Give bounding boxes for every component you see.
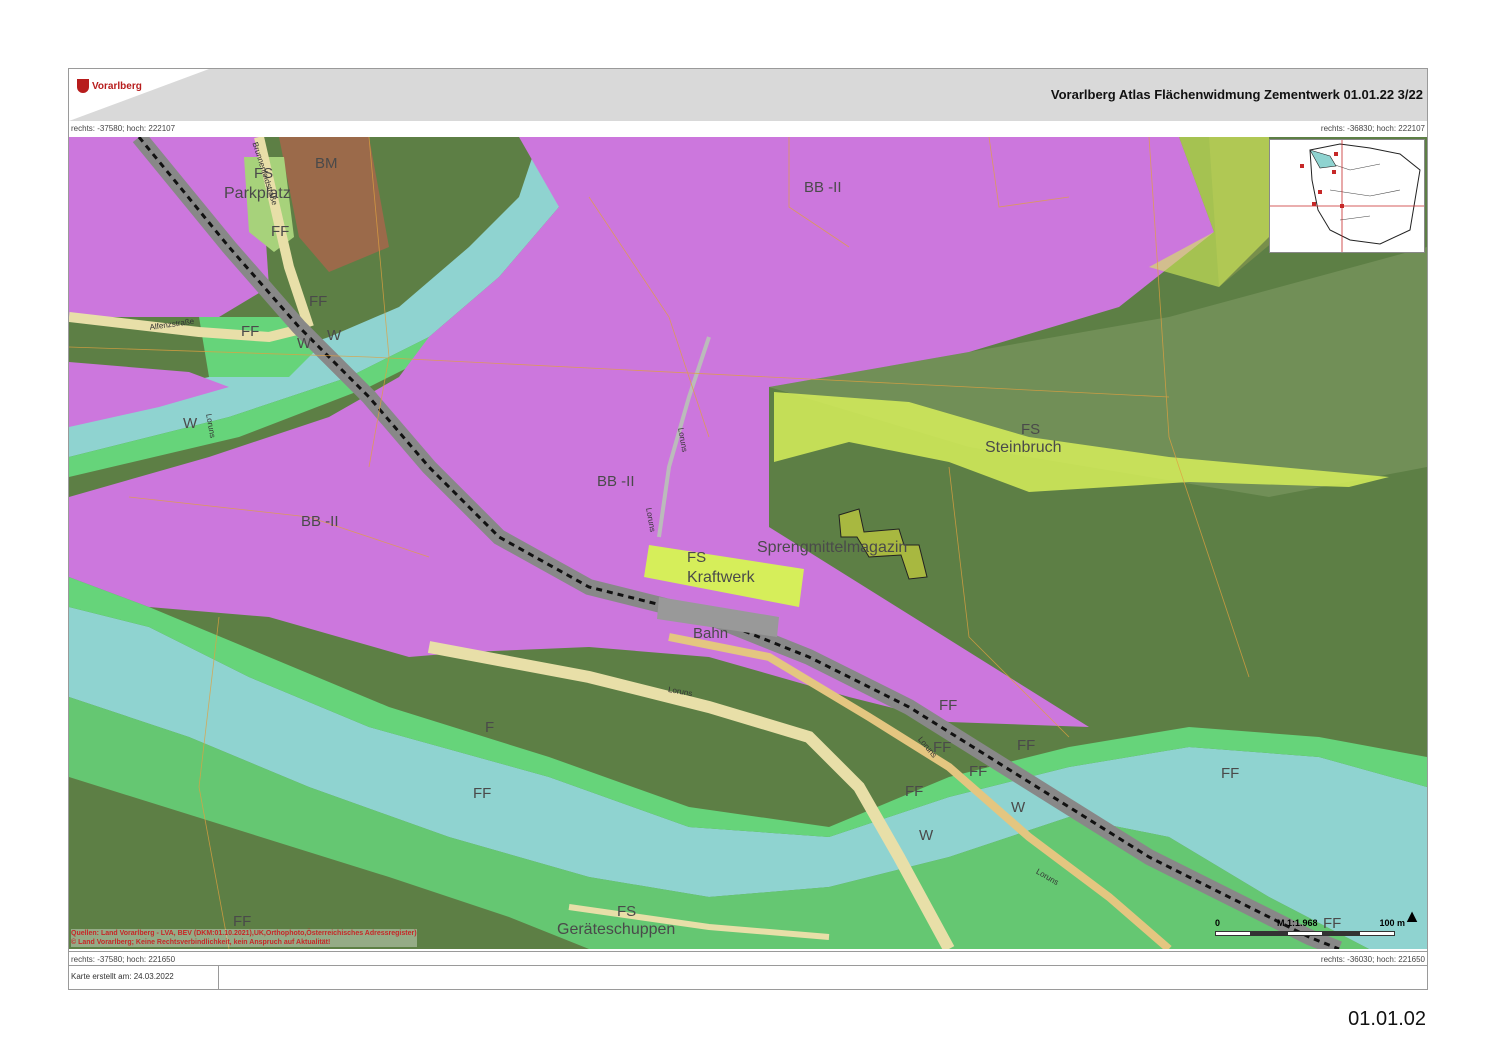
coord-top-left: rechts: -37580; hoch: 222107 (71, 124, 176, 133)
inset-lake (1309, 149, 1337, 169)
label-parkplatz: Parkplatz (224, 185, 291, 202)
label-bb-top: BB -II (804, 179, 842, 196)
scale-segment (1359, 931, 1395, 936)
label-w-left-2: W (297, 335, 312, 352)
overview-inset-map[interactable] (1269, 139, 1425, 253)
label-ff-b3: FF (1017, 737, 1036, 754)
label-ff-river: FF (473, 785, 492, 802)
scale-segment (1287, 931, 1323, 936)
label-ff-rail: FF (309, 293, 328, 310)
inset-marker (1340, 204, 1344, 208)
label-ff-bottom-left: FF (233, 913, 252, 930)
map-title: Vorarlberg Atlas Flächenwidmung Zementwe… (1050, 87, 1423, 102)
label-w-river-2: W (919, 827, 934, 844)
label-f-forest: F (485, 719, 495, 736)
inset-marker (1332, 170, 1336, 174)
coord-bottom-right: rechts: -36030; hoch: 221650 (1320, 955, 1425, 964)
scale-segment (1323, 931, 1359, 936)
inset-marker (1300, 164, 1304, 168)
created-date: Karte erstellt am: 24.03.2022 (69, 966, 219, 990)
inset-marker (1334, 152, 1338, 156)
label-ff-top-left: FF (271, 223, 290, 240)
label-w-river-1: W (1011, 799, 1026, 816)
label-w-left-1: W (327, 327, 342, 344)
label-bahn: Bahn (693, 625, 729, 642)
inset-marker (1318, 190, 1322, 194)
vorarlberg-logo: Vorarlberg (77, 79, 142, 93)
label-ff-left: FF (241, 323, 260, 340)
label-ff-b1: FF (939, 697, 958, 714)
label-geraeteschuppen: Geräteschuppen (557, 921, 676, 938)
label-kraftwerk: Kraftwerk (687, 569, 755, 586)
label-sprengmittelmagazin: Sprengmittelmagazin (757, 539, 908, 556)
label-bm: BM (315, 155, 338, 172)
logo-text: Vorarlberg (92, 80, 142, 92)
label-fs-kraftwerk: FS (687, 549, 707, 566)
label-ff-b6: FF (1221, 765, 1240, 782)
header-notch (69, 69, 209, 121)
sources-line-1: Quellen: Land Vorarlberg - LVA, BEV (DKM… (71, 930, 417, 937)
coat-of-arms-icon (77, 79, 89, 93)
map-canvas (69, 137, 1427, 949)
footer-row: Karte erstellt am: 24.03.2022 (69, 965, 1427, 990)
label-fs-bottom: FS (617, 903, 637, 920)
scale-end: 100 m (1379, 918, 1405, 928)
zoning-map[interactable]: BM Parkplatz FS FF FF FF W W W BB -II BB… (69, 137, 1427, 949)
label-w-left-3: W (183, 415, 198, 432)
inset-marker (1312, 202, 1316, 206)
map-sources: Quellen: Land Vorarlberg - LVA, BEV (DKM… (71, 929, 417, 947)
scale-ratio: M 1:1.968 (1277, 918, 1318, 928)
label-fs-steinbruch: FS (1021, 421, 1041, 438)
scale-bar: 0 M 1:1.968 100 m (1215, 918, 1405, 943)
label-ff-b4: FF (969, 763, 988, 780)
sources-line-2: © Land Vorarlberg; Keine Rechtsverbindli… (71, 939, 331, 946)
label-steinbruch: Steinbruch (985, 439, 1062, 456)
header-bar: Vorarlberg Vorarlberg Atlas Flächenwidmu… (69, 69, 1427, 121)
label-ff-b5: FF (905, 783, 924, 800)
page-number: 01.01.02 (1348, 1008, 1426, 1030)
inset-districts (1319, 159, 1401, 221)
map-sheet: Vorarlberg Vorarlberg Atlas Flächenwidmu… (68, 68, 1428, 990)
coord-top-right: rechts: -36830; hoch: 222107 (1320, 124, 1425, 133)
scale-segment (1251, 931, 1287, 936)
label-bb-mid: BB -II (597, 473, 635, 490)
label-bb-left: BB -II (301, 513, 339, 530)
footer-coords-bar: rechts: -37580; hoch: 221650 rechts: -36… (69, 951, 1427, 966)
scale-start: 0 (1215, 918, 1221, 928)
north-arrow-icon: ▲ (1403, 906, 1421, 926)
coord-bottom-left: rechts: -37580; hoch: 221650 (71, 955, 176, 964)
scale-segment (1215, 931, 1251, 936)
inset-canvas (1270, 140, 1424, 252)
